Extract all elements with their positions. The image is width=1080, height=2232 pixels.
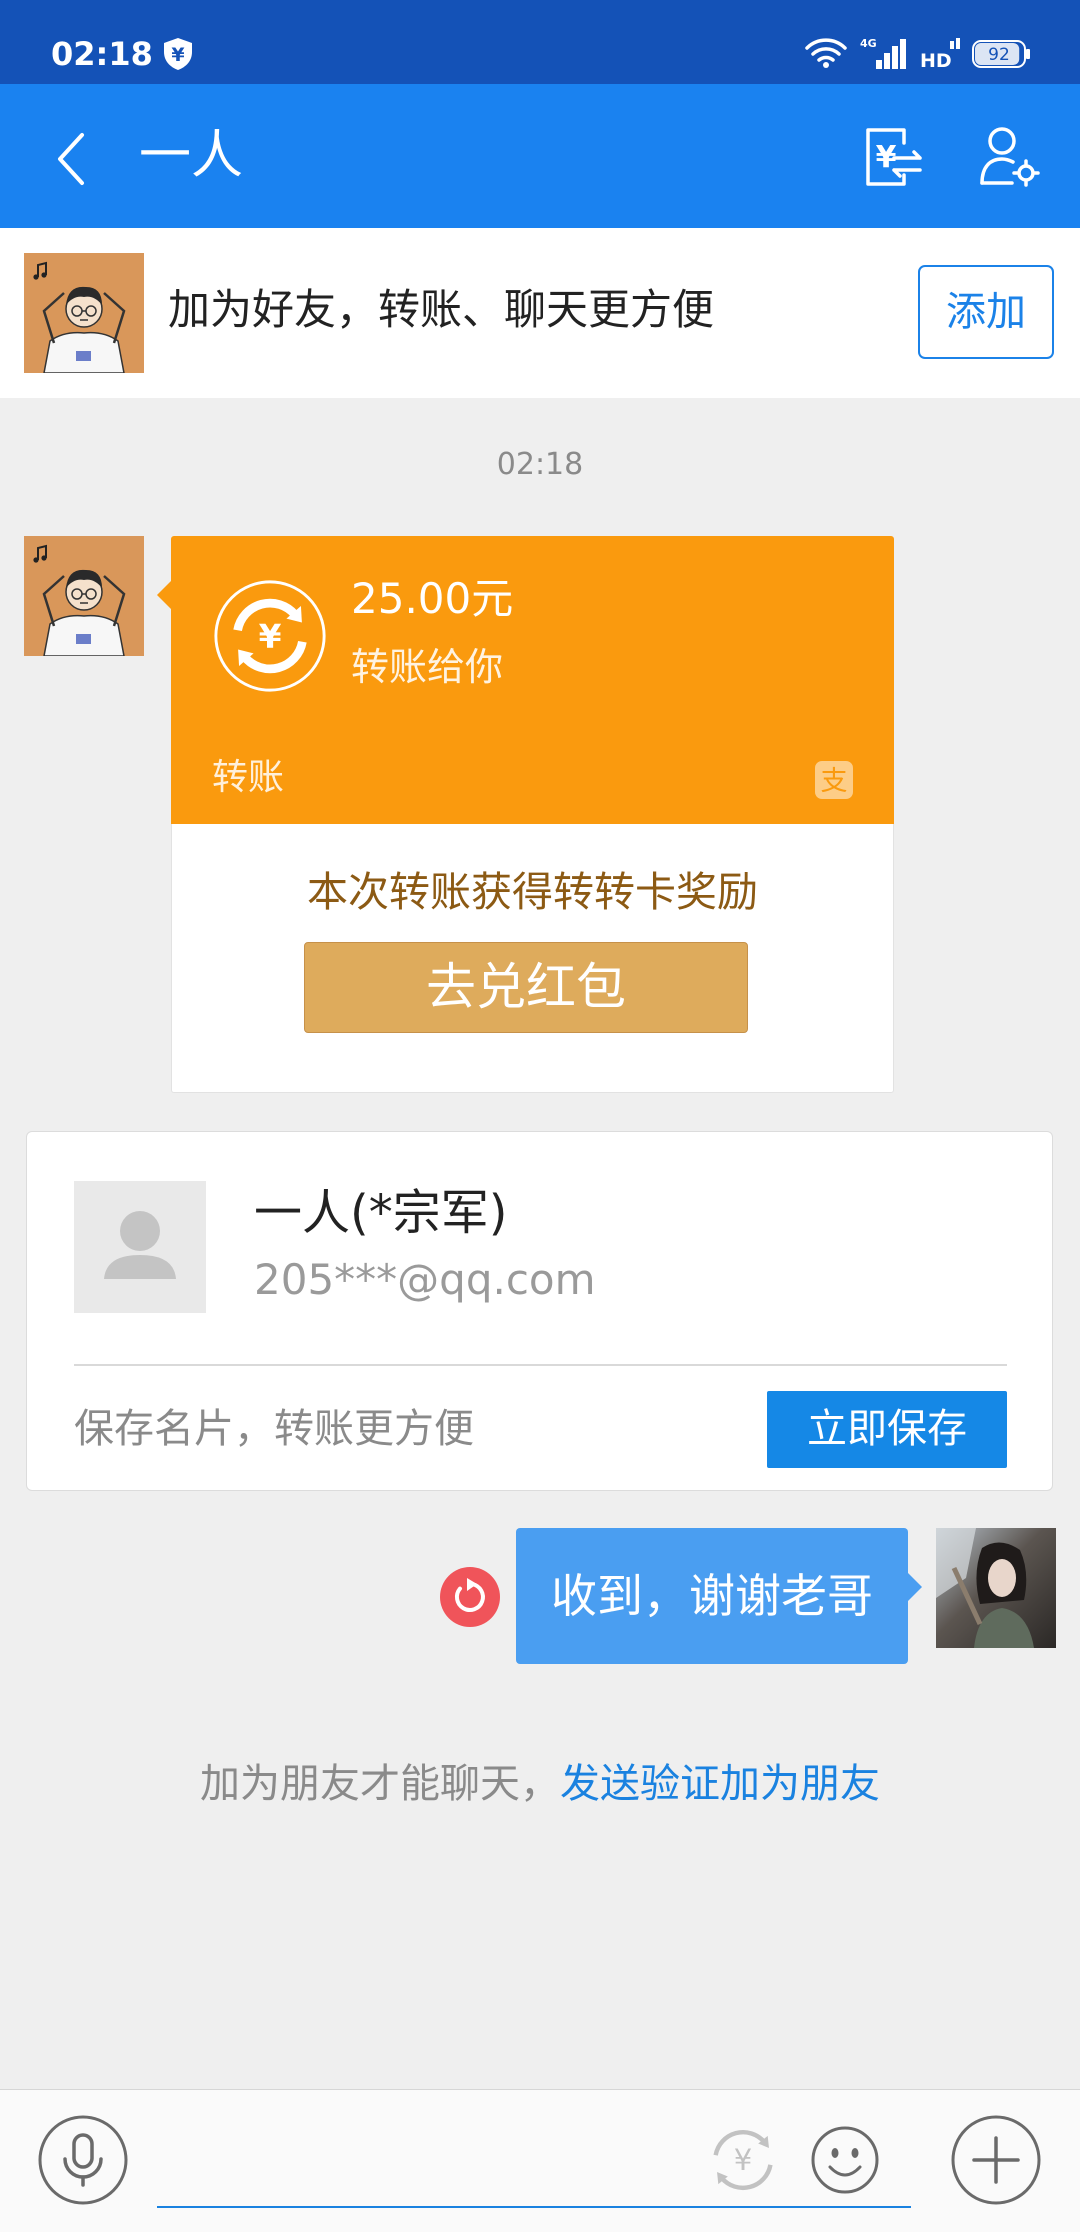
shield-yen-glyph: ¥ (171, 44, 184, 66)
contact-email: 205***@qq.com (254, 1255, 596, 1304)
wifi-icon (805, 38, 847, 68)
sender-avatar[interactable] (24, 536, 144, 656)
transfer-reward-section: 本次转账获得转转卡奖励 去兑红包 (171, 824, 894, 1093)
add-friend-banner: 加为好友，转账、聊天更方便 添加 (0, 228, 1080, 398)
chat-screen: 02:18 ¥ 4G HD 92 一人 ¥ 加为好友，转账、聊天更方便 添加 0… (0, 0, 1080, 2232)
add-friend-button[interactable]: 添加 (918, 265, 1054, 359)
battery-level: 92 (988, 45, 1010, 65)
hd-label: HD (920, 50, 952, 70)
friend-required-notice: 加为朋友才能聊天，发送验证加为朋友 (0, 1757, 1080, 1811)
microphone-icon[interactable] (38, 2115, 128, 2205)
shield-yen-icon: ¥ (164, 38, 192, 70)
transfer-circle-icon: ¥ (214, 580, 326, 692)
network-label: 4G (860, 37, 877, 50)
bubble-pointer (157, 581, 171, 609)
divider (74, 1364, 1007, 1366)
transfer-summary[interactable]: ¥ 25.00元 转账给你 转账 支 (171, 536, 894, 824)
save-contact-button[interactable]: 立即保存 (767, 1391, 1007, 1468)
signal-icon: 4G (860, 37, 906, 69)
quick-transfer-icon[interactable]: ¥ (705, 2122, 781, 2198)
redeem-red-packet-button[interactable]: 去兑红包 (304, 942, 748, 1033)
contact-card[interactable]: 一人(*宗军) 205***@qq.com 保存名片，转账更方便 立即保存 (26, 1131, 1053, 1491)
save-contact-hint: 保存名片，转账更方便 (74, 1406, 474, 1452)
message-timestamp: 02:18 (496, 447, 584, 482)
quick-transfer-yen-glyph: ¥ (734, 2143, 753, 2177)
transfer-icon[interactable]: ¥ (862, 125, 924, 189)
contact-name: 一人(*宗军) (254, 1185, 508, 1241)
alipay-logo-glyph: 支 (821, 766, 848, 797)
input-bar: ¥ (0, 2089, 1080, 2232)
status-bar: 02:18 ¥ 4G HD 92 (0, 0, 1080, 84)
add-friend-prompt: 加为好友，转账、聊天更方便 (168, 285, 715, 334)
plus-icon[interactable] (951, 2115, 1041, 2205)
alipay-logo-icon: 支 (815, 761, 853, 799)
transfer-amount: 25.00元 (351, 574, 514, 623)
battery-icon: 92 (972, 40, 1030, 68)
status-time: 02:18 (51, 35, 153, 73)
nav-bar: 一人 ¥ (0, 84, 1080, 228)
bubble-pointer (908, 1573, 922, 1601)
page-title: 一人 (139, 126, 244, 186)
transfer-message-card[interactable]: ¥ 25.00元 转账给你 转账 支 本次转账获得转转卡奖励 去兑红包 (157, 536, 894, 1093)
profile-settings-icon[interactable] (978, 125, 1040, 187)
notice-text: 加为朋友才能聊天， (200, 1761, 560, 1807)
my-avatar[interactable] (936, 1528, 1056, 1648)
my-message-bubble[interactable]: 收到，谢谢老哥 (516, 1528, 922, 1664)
reward-text: 本次转账获得转转卡奖励 (307, 868, 758, 916)
message-text: 收到，谢谢老哥 (551, 1569, 873, 1623)
transfer-type-label: 转账 (212, 757, 285, 798)
contact-photo-placeholder (74, 1181, 206, 1313)
transfer-caption: 转账给你 (351, 645, 504, 689)
contact-avatar[interactable] (24, 253, 144, 373)
transfer-yen-glyph: ¥ (259, 617, 282, 656)
message-input[interactable] (157, 2206, 911, 2208)
chevron-left-icon[interactable] (52, 131, 92, 187)
send-verification-link[interactable]: 发送验证加为朋友 (560, 1761, 880, 1807)
emoji-icon[interactable] (810, 2125, 880, 2195)
resend-icon[interactable] (440, 1567, 500, 1627)
hd-icon: HD (920, 38, 960, 70)
